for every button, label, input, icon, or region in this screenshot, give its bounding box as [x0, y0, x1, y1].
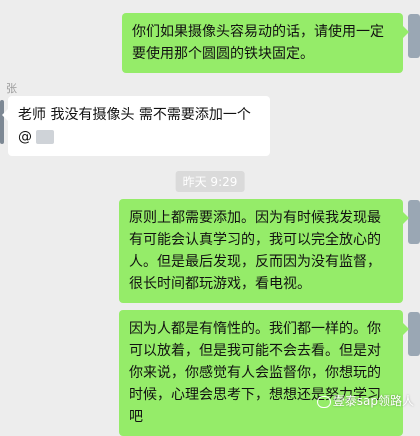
redacted-name [36, 130, 55, 144]
message-bubble-2[interactable]: 老师 我没有摄像头 需不需要添加一个@ [2, 96, 270, 156]
message-text: 原则上都需要添加。因为有时候我发现最有可能会认真学习的，我可以完全放心的人。但是… [129, 210, 381, 292]
sender-avatar[interactable] [0, 100, 4, 144]
message-text: 你们如果摄像头容易动的话，请使用一定要使用那个圆圆的铁块固定。 [132, 24, 384, 62]
watermark: 壹泰sap领路人 [316, 392, 414, 409]
message-text: 因为人都是有惰性的。我们都一样的。你可以放着，但是我可能不会去看。但是对你来说，… [129, 321, 381, 425]
my-avatar[interactable] [408, 200, 420, 244]
message-bubble-3[interactable]: 原则上都需要添加。因为有时候我发现最有可能会认真学习的，我可以完全放心的人。但是… [119, 199, 409, 303]
message-bubble-4[interactable]: 因为人都是有惰性的。我们都一样的。你可以放着，但是我可能不会去看。但是对你来说，… [119, 310, 409, 436]
timestamp: 昨天 9:29 [175, 171, 245, 192]
wechat-icon [316, 395, 331, 408]
sender-name: 张 [6, 82, 18, 95]
my-avatar[interactable] [408, 14, 420, 58]
message-bubble-1[interactable]: 你们如果摄像头容易动的话，请使用一定要使用那个圆圆的铁块固定。 [122, 13, 409, 73]
my-avatar[interactable] [408, 312, 420, 356]
